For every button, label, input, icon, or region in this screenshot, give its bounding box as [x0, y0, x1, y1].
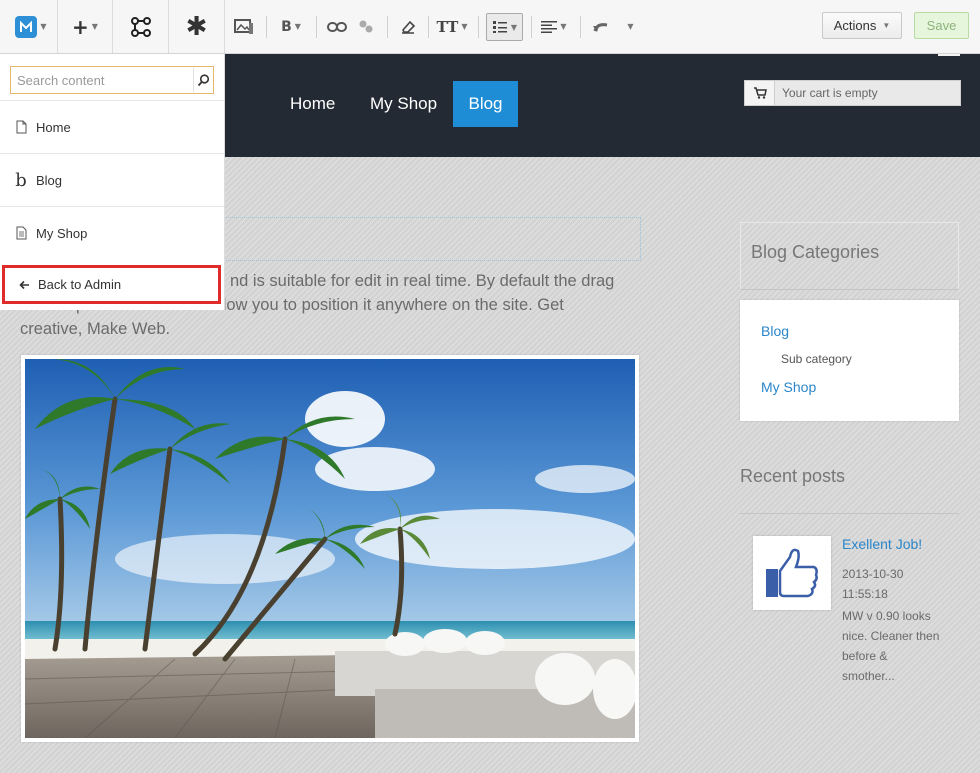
search-input[interactable]: [11, 68, 193, 92]
divider: [740, 289, 959, 290]
post-thumbnail[interactable]: [753, 536, 831, 610]
editor-toolbar: ▼ + ▼ ✱ B ▼ TT ▼ ▼ ▼ ▼ Actions ▼ Save: [0, 0, 980, 54]
chevron-down-icon: ▼: [882, 21, 891, 30]
nav-item-my-shop[interactable]: My Shop: [354, 81, 453, 127]
post-title-link[interactable]: Exellent Job!: [842, 536, 922, 552]
blog-b-icon: b: [15, 169, 27, 191]
modules-button[interactable]: [113, 0, 168, 53]
history-dropdown-button[interactable]: ▼: [620, 0, 638, 53]
categories-list: Blog Sub category My Shop: [740, 300, 959, 421]
unlink-button[interactable]: [354, 0, 378, 53]
save-button[interactable]: Save: [914, 12, 969, 39]
list-icon: [492, 21, 507, 33]
search-box: [10, 66, 214, 94]
text-size-icon: TT: [436, 17, 459, 36]
chevron-down-icon: ▼: [461, 22, 468, 31]
post-excerpt-line: nice. Cleaner then: [842, 629, 940, 643]
recent-posts-title: Recent posts: [740, 466, 846, 486]
beach-photo: [25, 359, 635, 738]
chevron-down-icon: ▼: [294, 22, 301, 31]
eraser-button[interactable]: [395, 0, 421, 53]
page-icon: [14, 120, 28, 134]
category-blog-link[interactable]: Blog: [761, 323, 789, 339]
panel-item-label: Blog: [36, 172, 63, 188]
bold-icon: B: [281, 18, 292, 35]
arrow-left-icon: [19, 275, 30, 294]
actions-button[interactable]: Actions ▼: [822, 12, 902, 39]
panel-item-my-shop[interactable]: My Shop: [0, 206, 224, 259]
panel-item-label: My Shop: [36, 225, 88, 241]
panel-item-label: Home: [36, 119, 71, 135]
unlink-icon: [359, 20, 373, 32]
undo-button[interactable]: [588, 0, 614, 53]
align-left-icon: [541, 20, 558, 33]
editable-title-region[interactable]: [220, 217, 641, 261]
document-icon: [14, 226, 28, 240]
nav-item-blog[interactable]: Blog: [453, 81, 518, 127]
image-icon: [234, 18, 253, 34]
link-icon: [327, 21, 347, 32]
panel-item-blog[interactable]: b Blog: [0, 153, 224, 206]
chevron-down-icon: ▼: [510, 22, 518, 32]
plus-icon: +: [72, 14, 89, 39]
category-my-shop-link[interactable]: My Shop: [761, 379, 816, 395]
undo-icon: [593, 22, 608, 32]
panel-item-home[interactable]: Home: [0, 100, 224, 153]
align-button[interactable]: ▼: [538, 0, 570, 53]
eraser-icon: [402, 20, 416, 34]
blog-categories-title: Blog Categories: [751, 242, 880, 262]
thumbs-up-icon: [766, 548, 818, 598]
post-excerpt-line: smother...: [842, 669, 895, 683]
link-button[interactable]: [324, 0, 350, 53]
cart-icon: [745, 81, 775, 105]
chevron-down-icon: ▼: [627, 22, 634, 31]
back-to-admin-label: Back to Admin: [38, 277, 122, 292]
settings-button[interactable]: ✱: [169, 0, 224, 53]
post-time: 11:55:18: [842, 587, 888, 601]
list-button[interactable]: ▼: [486, 13, 523, 41]
nodes-icon: [130, 16, 151, 37]
header-edge-handle: [938, 54, 960, 56]
text-size-button[interactable]: TT ▼: [434, 0, 470, 53]
post-date: 2013-10-30: [842, 567, 904, 581]
add-element-button[interactable]: + ▼: [58, 0, 112, 53]
cart-widget[interactable]: Your cart is empty: [744, 80, 961, 106]
divider: [740, 513, 959, 514]
post-excerpt-line: MW v 0.90 looks: [842, 609, 931, 623]
back-to-admin-button[interactable]: Back to Admin: [2, 265, 221, 304]
post-excerpt-line: before &: [842, 649, 888, 663]
insert-image-button[interactable]: [230, 0, 258, 53]
nav-item-home[interactable]: Home: [274, 81, 351, 127]
category-sub-link[interactable]: Sub category: [781, 352, 852, 366]
search-button[interactable]: [193, 68, 213, 92]
actions-label: Actions: [833, 18, 877, 33]
chevron-down-icon: ▼: [91, 22, 98, 31]
bold-button[interactable]: B ▼: [276, 0, 306, 53]
chevron-down-icon: ▼: [560, 22, 567, 31]
hero-image[interactable]: [21, 355, 639, 742]
intro-line-3: creative, Make Web.: [20, 320, 171, 338]
chevron-down-icon: ▼: [40, 22, 47, 31]
cart-status-text: Your cart is empty: [782, 86, 878, 100]
logo-menu-button[interactable]: ▼: [6, 0, 56, 53]
asterisk-gear-icon: ✱: [185, 11, 208, 42]
search-icon: [197, 73, 210, 86]
mw-logo-icon: [15, 15, 38, 38]
